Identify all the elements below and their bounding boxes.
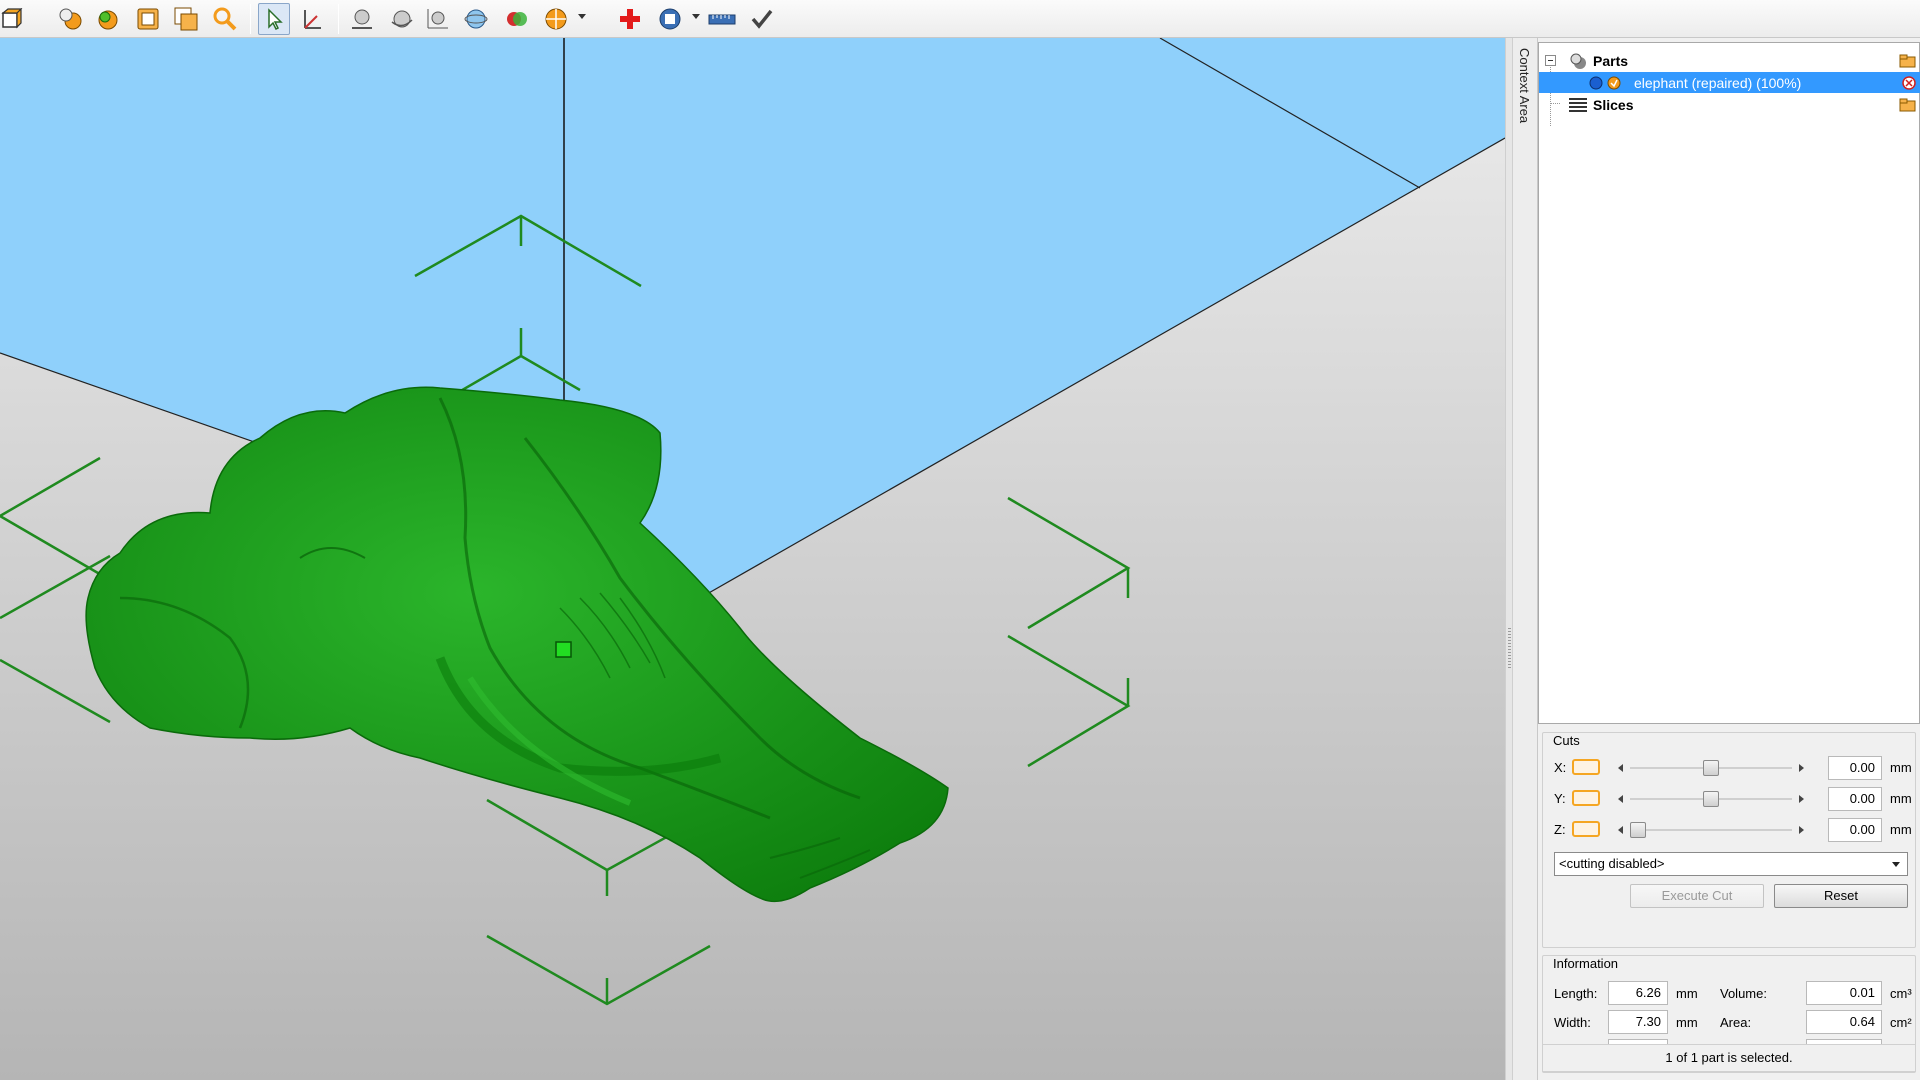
color-mode-icon[interactable]	[501, 3, 533, 35]
parts-icon	[1570, 53, 1586, 69]
context-area-tab[interactable]: Context Area	[1513, 38, 1538, 1080]
tree-part-label: elephant (repaired) (100%)	[1634, 74, 1802, 91]
shading-dropdown-icon[interactable]	[578, 14, 586, 19]
cut-z-slider[interactable]	[1614, 822, 1808, 838]
tree-parts-label: Parts	[1593, 52, 1629, 69]
cut-z-left-arrow-icon[interactable]	[1618, 826, 1623, 834]
report-dropdown-icon[interactable]	[692, 14, 700, 19]
cut-y-left-arrow-icon[interactable]	[1618, 795, 1623, 803]
right-panel: Parts elephant (repaired) (100%) Slices …	[1538, 38, 1920, 1080]
cutting-mode-value: <cutting disabled>	[1559, 856, 1665, 871]
view-copy-icon[interactable]	[170, 3, 202, 35]
cut-z-right-arrow-icon[interactable]	[1799, 826, 1804, 834]
cuts-group-label: Cuts	[1553, 733, 1580, 748]
cut-x-unit: mm	[1890, 760, 1912, 775]
area-unit: cm²	[1890, 1015, 1912, 1030]
measure-ruler-icon[interactable]	[706, 3, 738, 35]
cut-y-slider[interactable]	[1614, 791, 1808, 807]
panel-splitter[interactable]	[1505, 38, 1513, 1080]
width-field: 7.30	[1608, 1010, 1668, 1034]
cut-y-slider-thumb[interactable]	[1703, 791, 1719, 807]
height-unit: mm	[1676, 1044, 1698, 1059]
cut-x-left-arrow-icon[interactable]	[1618, 764, 1623, 772]
area-label: Area:	[1720, 1015, 1752, 1030]
cut-z-unit: mm	[1890, 822, 1912, 837]
information-group-label: Information	[1553, 956, 1619, 971]
3d-viewport[interactable]	[0, 38, 1505, 1080]
repair-cross-icon[interactable]	[614, 3, 646, 35]
volume-unit: cm³	[1890, 986, 1912, 1001]
move-axis-icon[interactable]	[296, 3, 328, 35]
cut-x-slider-thumb[interactable]	[1703, 760, 1719, 776]
cut-y-input[interactable]: 0.00	[1828, 787, 1882, 811]
triangles-field: 483308	[1806, 1039, 1882, 1063]
splitter-grip[interactable]	[1508, 628, 1511, 668]
cut-y-unit: mm	[1890, 791, 1912, 806]
select-tool-icon[interactable]	[258, 3, 290, 35]
volume-label: Volume:	[1720, 986, 1767, 1001]
cut-z-slider-thumb[interactable]	[1630, 822, 1646, 838]
main-toolbar	[0, 0, 1920, 38]
remove-part-icon[interactable]	[1901, 75, 1917, 91]
reset-button[interactable]: Reset	[1774, 884, 1908, 908]
view-front-icon[interactable]	[0, 3, 28, 35]
height-field: 1.42	[1608, 1039, 1668, 1063]
collapse-toggle-icon[interactable]	[1545, 55, 1556, 66]
add-folder-icon[interactable]	[1899, 53, 1917, 69]
length-field: 6.26	[1608, 981, 1668, 1005]
width-label: Width:	[1554, 1015, 1591, 1030]
cut-x-label: X:	[1554, 760, 1567, 775]
cut-x-slider[interactable]	[1614, 760, 1808, 776]
model-center-handle[interactable]	[555, 641, 572, 658]
scene-canvas	[0, 38, 1505, 1080]
triangles-label: Triangles:	[1720, 1044, 1777, 1059]
tree-item-slices[interactable]: Slices	[1539, 94, 1920, 115]
cut-y-label: Y:	[1554, 791, 1566, 806]
sphere-on-plane-icon[interactable]	[346, 3, 378, 35]
visibility-dot-icon[interactable]	[1588, 75, 1604, 91]
cut-x-right-arrow-icon[interactable]	[1799, 764, 1804, 772]
zoom-icon[interactable]	[209, 3, 241, 35]
cut-z-color-swatch[interactable]	[1572, 821, 1600, 837]
shading-icon[interactable]	[540, 3, 572, 35]
execute-cut-button[interactable]: Execute Cut	[1630, 884, 1764, 908]
part-status-icon	[1607, 76, 1621, 90]
report-icon[interactable]	[654, 3, 686, 35]
length-label: Length:	[1554, 986, 1598, 1001]
sphere-rotate-icon[interactable]	[386, 3, 418, 35]
tree-slices-label: Slices	[1593, 96, 1634, 113]
cut-x-color-swatch[interactable]	[1572, 759, 1600, 775]
add-slices-folder-icon[interactable]	[1899, 97, 1917, 113]
area-field: 0.64	[1806, 1010, 1882, 1034]
cut-z-input[interactable]: 0.00	[1828, 818, 1882, 842]
tree-item-elephant[interactable]: elephant (repaired) (100%)	[1539, 72, 1920, 93]
context-area-label: Context Area	[1517, 48, 1532, 124]
chevron-down-icon	[1892, 862, 1900, 867]
cut-x-input[interactable]: 0.00	[1828, 756, 1882, 780]
height-label: Height:	[1554, 1044, 1596, 1059]
cut-y-color-swatch[interactable]	[1572, 790, 1600, 806]
parts-tree[interactable]: Parts elephant (repaired) (100%) Slices	[1538, 42, 1920, 724]
cut-y-right-arrow-icon[interactable]	[1799, 795, 1804, 803]
cutting-mode-select[interactable]: <cutting disabled>	[1554, 852, 1908, 876]
globe-icon[interactable]	[460, 3, 492, 35]
tree-item-parts[interactable]: Parts	[1539, 50, 1920, 71]
length-unit: mm	[1676, 986, 1698, 1001]
scale-axes-icon[interactable]	[422, 3, 454, 35]
load-parts-icon[interactable]	[54, 3, 86, 35]
volume-field: 0.01	[1806, 981, 1882, 1005]
checkmark-icon[interactable]	[746, 3, 778, 35]
width-unit: mm	[1676, 1015, 1698, 1030]
load-colored-icon[interactable]	[92, 3, 124, 35]
view-box-icon[interactable]	[132, 3, 164, 35]
cut-z-label: Z:	[1554, 822, 1566, 837]
slices-icon	[1569, 98, 1587, 112]
